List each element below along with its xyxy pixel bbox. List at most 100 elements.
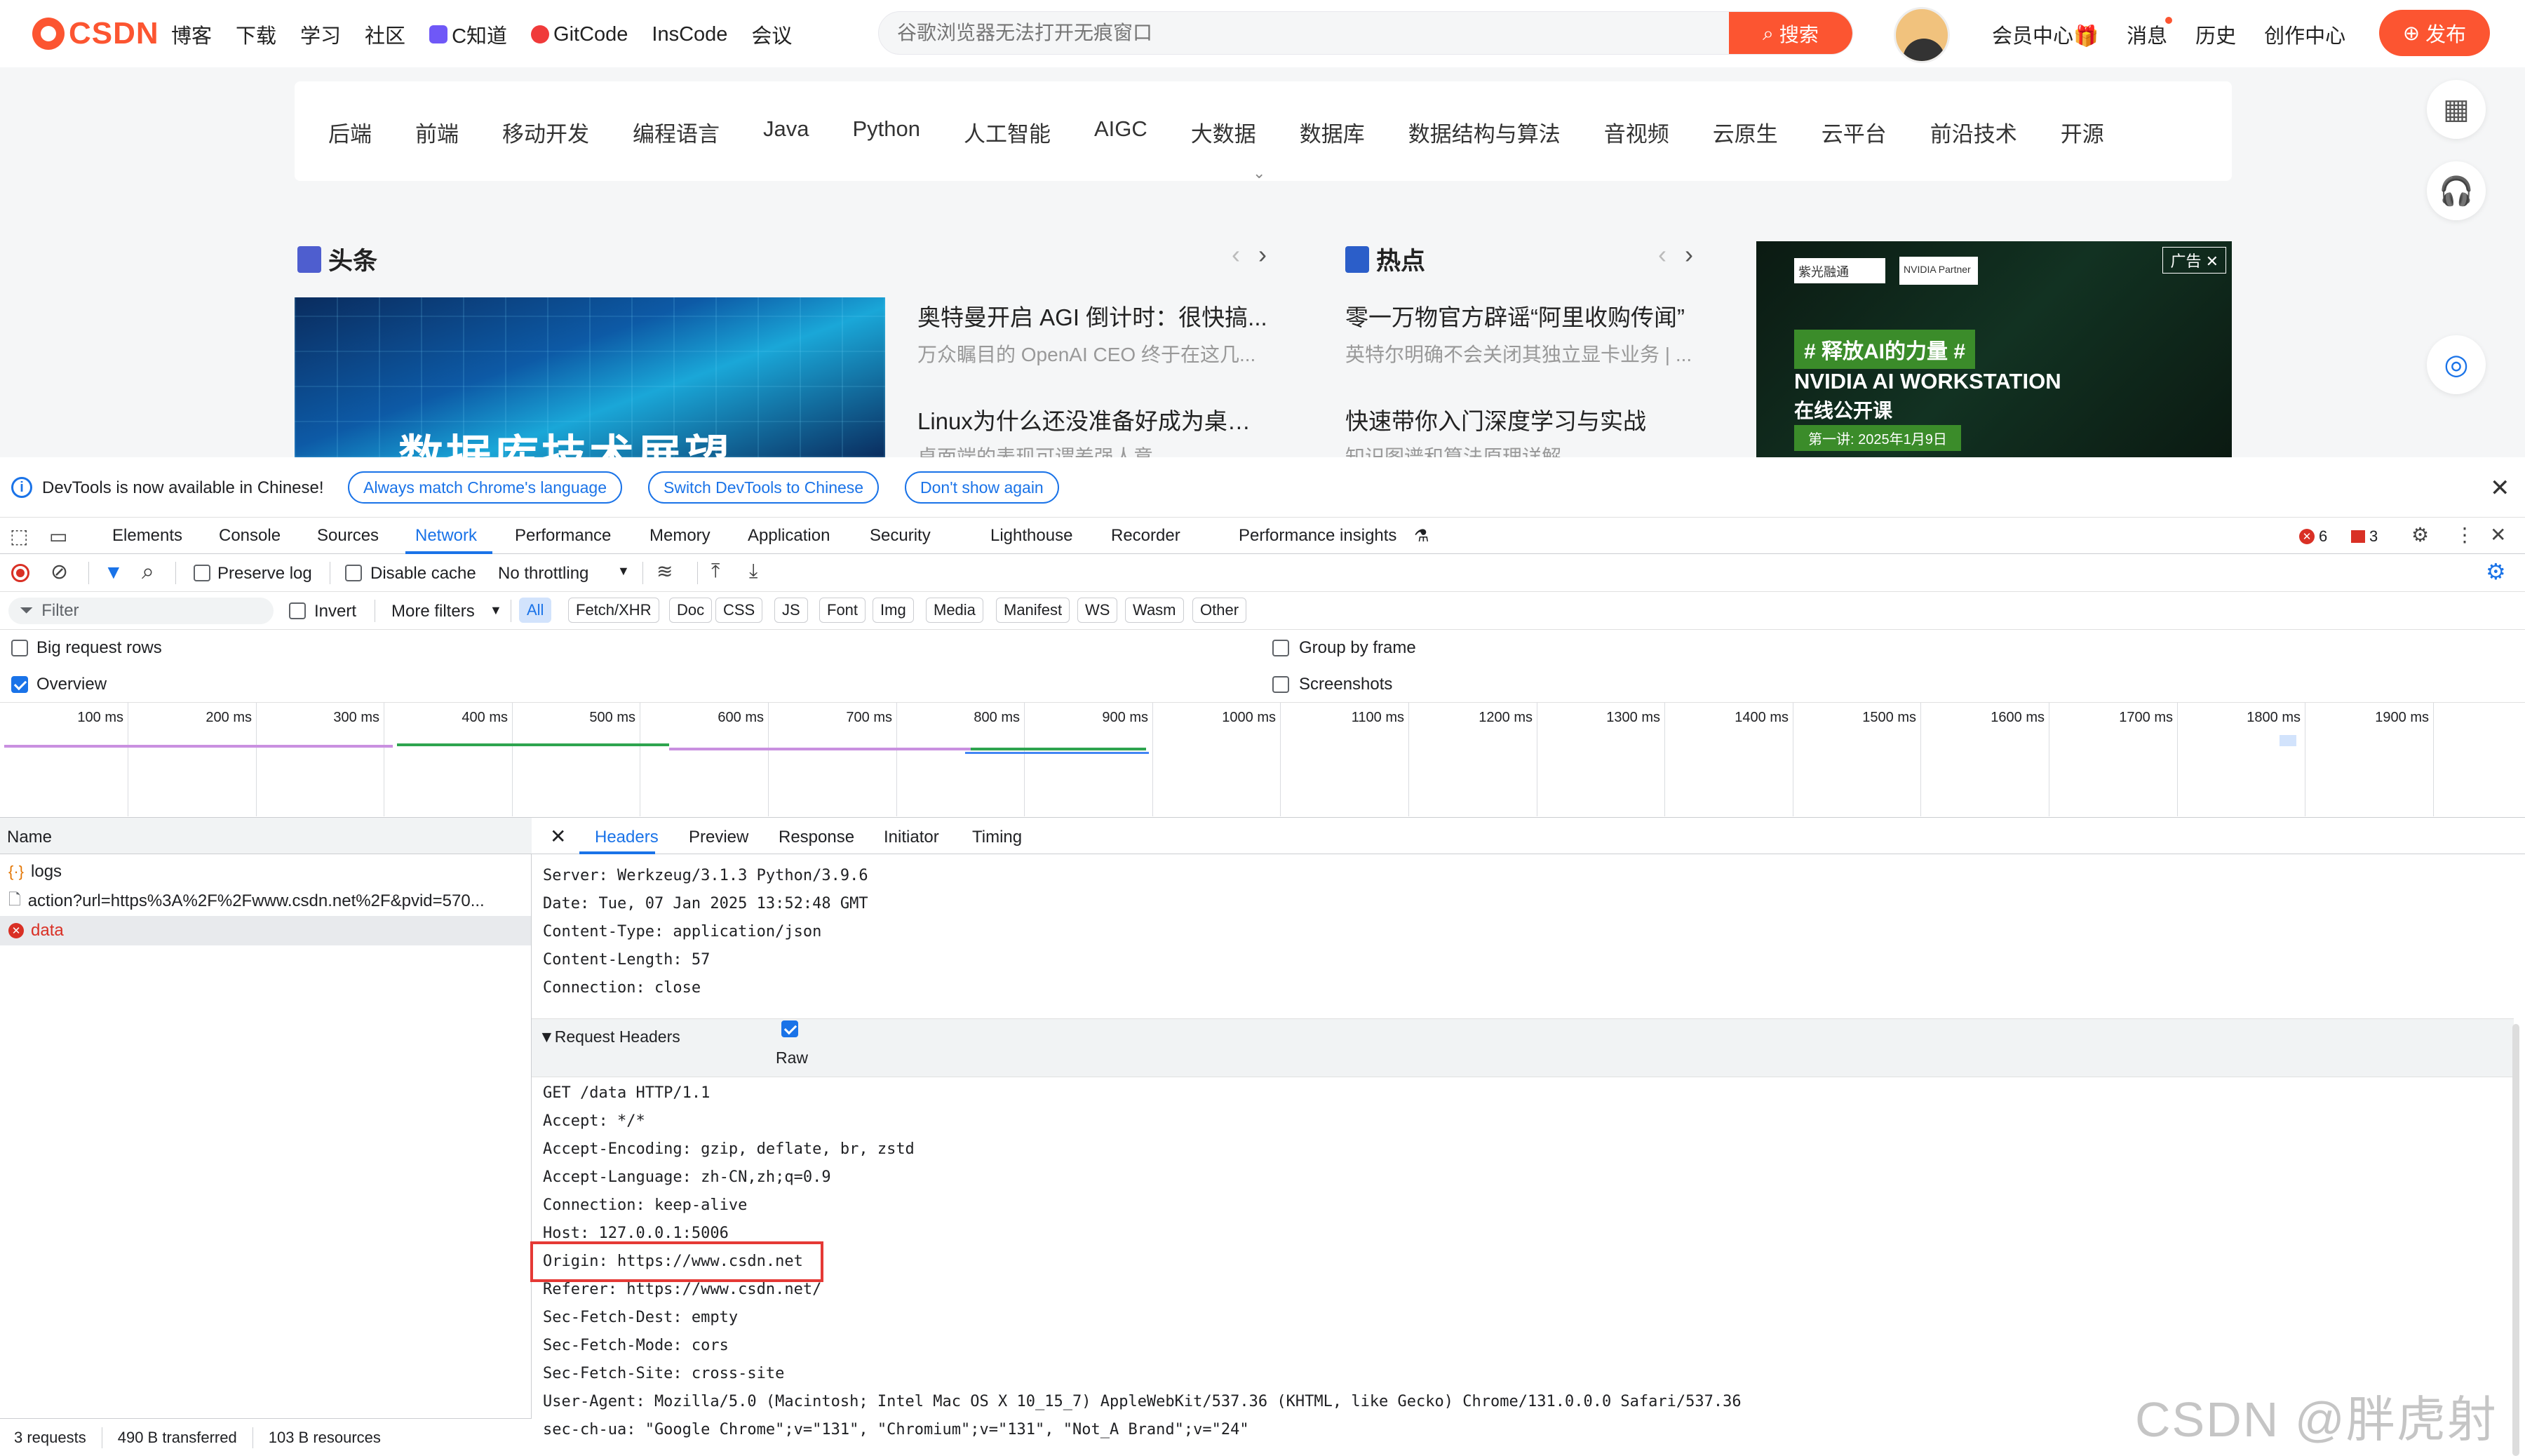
filter-type-font[interactable]: Font [819, 598, 866, 623]
tab-preview[interactable]: Preview [689, 828, 748, 847]
always-match-language-button[interactable]: Always match Chrome's language [348, 471, 622, 504]
category-item[interactable]: 云原生 [1713, 116, 1778, 148]
request-row[interactable]: 🗋 action?url=https%3A%2F%2Fwww.csdn.net%2… [0, 887, 531, 916]
category-item[interactable]: Java [763, 116, 809, 148]
tab-security[interactable]: Security [870, 526, 931, 546]
filter-input[interactable]: ⏷ Filter [8, 598, 274, 624]
switch-to-chinese-button[interactable]: Switch DevTools to Chinese [648, 471, 880, 504]
nav-cknow[interactable]: C知道 [429, 20, 507, 49]
filter-type-wasm[interactable]: Wasm [1125, 598, 1184, 623]
nav-meeting[interactable]: 会议 [751, 20, 792, 49]
filter-funnel-icon[interactable]: ▼ [104, 561, 123, 584]
group-by-frame-checkbox[interactable] [1272, 640, 1289, 656]
filter-type-ws[interactable]: WS [1077, 598, 1118, 623]
close-devtools-icon[interactable]: ✕ [2490, 523, 2506, 546]
request-row[interactable]: {·} logs [0, 857, 531, 887]
network-settings-icon[interactable]: ⚙ [2486, 558, 2506, 585]
throttling-select[interactable]: No throttling [498, 564, 588, 584]
settings-gear-icon[interactable]: ⚙ [2411, 523, 2429, 546]
search-button[interactable]: ⌕ 搜索 [1729, 12, 1852, 54]
record-stop-icon[interactable] [11, 564, 29, 582]
category-item[interactable]: 音视频 [1604, 116, 1669, 148]
nav-learn[interactable]: 学习 [300, 20, 341, 49]
warning-count[interactable]: 3 [2351, 527, 2378, 546]
tab-application[interactable]: Application [748, 526, 830, 546]
disable-cache-checkbox[interactable] [345, 565, 362, 581]
nav-gitcode[interactable]: GitCode [531, 23, 628, 46]
raw-checkbox[interactable] [781, 1020, 798, 1037]
headset-icon[interactable]: 🎧 [2427, 161, 2486, 220]
tab-initiator[interactable]: Initiator [884, 828, 939, 847]
tab-console[interactable]: Console [219, 526, 281, 546]
invert-checkbox[interactable] [289, 602, 306, 619]
tab-recorder[interactable]: Recorder [1111, 526, 1180, 546]
search-icon[interactable]: ⌕ [142, 558, 154, 585]
inspect-element-icon[interactable]: ⬚ [10, 525, 28, 548]
close-detail-icon[interactable]: ✕ [550, 825, 566, 848]
filter-type-fetchxhr[interactable]: Fetch/XHR [568, 598, 659, 623]
category-item[interactable]: 大数据 [1191, 116, 1256, 148]
tab-timing[interactable]: Timing [972, 828, 1022, 847]
tab-headers[interactable]: Headers [595, 828, 659, 847]
ad-banner[interactable]: 广告 ✕ 紫光融通 NVIDIA Partner # 释放AI的力量 # NVI… [1756, 241, 2232, 457]
tab-elements[interactable]: Elements [112, 526, 182, 546]
chevron-left-icon[interactable]: ‹ [1658, 240, 1666, 269]
filter-type-js[interactable]: JS [774, 598, 808, 623]
error-count[interactable]: ✕ 6 [2299, 527, 2327, 546]
nav-history[interactable]: 历史 [2195, 20, 2236, 49]
headline-hero-image[interactable]: 数据库技术展望 [295, 297, 885, 457]
assistant-icon[interactable]: ◎ [2427, 335, 2486, 394]
publish-button[interactable]: ⊕ 发布 [2379, 10, 2490, 56]
headline-item-1-title[interactable]: 奥特曼开启 AGI 倒计时：很快搞... [917, 299, 1268, 332]
hot-item-1-title[interactable]: 零一万物官方辟谣“阿里收购传闻” [1345, 299, 1696, 332]
preserve-log-checkbox[interactable] [194, 565, 210, 581]
category-item[interactable]: AIGC [1094, 116, 1147, 148]
tab-memory[interactable]: Memory [649, 526, 711, 546]
chevron-down-icon[interactable]: ⌄ [1253, 164, 1265, 182]
nav-community[interactable]: 社区 [365, 20, 405, 49]
category-item[interactable]: 数据库 [1300, 116, 1365, 148]
filter-type-other[interactable]: Other [1192, 598, 1247, 623]
category-item[interactable]: 人工智能 [964, 116, 1051, 148]
more-filters-dropdown[interactable]: More filters [391, 602, 475, 621]
network-conditions-icon[interactable]: ≋ [656, 560, 673, 583]
user-avatar[interactable] [1894, 7, 1950, 63]
category-item[interactable]: 前沿技术 [1930, 116, 2017, 148]
category-item[interactable]: 编程语言 [633, 116, 720, 148]
request-row-selected[interactable]: ✕ data [0, 916, 531, 945]
download-icon[interactable]: ⤓ [749, 560, 758, 583]
filter-type-img[interactable]: Img [873, 598, 914, 623]
nav-creation[interactable]: 创作中心 [2264, 20, 2345, 49]
clear-icon[interactable]: ⊘ [50, 560, 68, 584]
upload-icon[interactable]: ⤒ [711, 560, 720, 583]
dont-show-again-button[interactable]: Don't show again [905, 471, 1059, 504]
nav-download[interactable]: 下载 [236, 20, 276, 49]
chevron-down-icon[interactable]: ▼ [490, 603, 502, 618]
chevron-left-icon[interactable]: ‹ [1232, 240, 1240, 269]
big-request-rows-checkbox[interactable] [11, 640, 28, 656]
overview-checkbox[interactable] [11, 676, 28, 693]
device-toolbar-icon[interactable]: ▭ [49, 525, 67, 548]
filter-type-doc[interactable]: Doc [669, 598, 713, 623]
search-input[interactable] [897, 12, 1655, 54]
filter-type-manifest[interactable]: Manifest [996, 598, 1070, 623]
nav-blog[interactable]: 博客 [171, 20, 212, 49]
tab-performance-insights[interactable]: Performance insights [1239, 526, 1396, 546]
tab-performance[interactable]: Performance [515, 526, 611, 546]
qrcode-icon[interactable]: ▦ [2427, 80, 2486, 139]
chevron-down-icon[interactable]: ▼ [617, 564, 630, 579]
category-item[interactable]: Python [852, 116, 920, 148]
screenshots-checkbox[interactable] [1272, 676, 1289, 693]
nav-inscode[interactable]: InsCode [652, 23, 727, 46]
category-item[interactable]: 移动开发 [502, 116, 589, 148]
category-item[interactable]: 后端 [328, 116, 372, 148]
more-vertical-icon[interactable]: ⋮ [2455, 523, 2474, 546]
chevron-right-icon[interactable]: › [1258, 240, 1267, 269]
tab-response[interactable]: Response [779, 828, 854, 847]
csdn-logo[interactable]: CSDN [32, 15, 159, 52]
close-icon[interactable]: ✕ [2490, 474, 2510, 502]
filter-type-media[interactable]: Media [926, 598, 983, 623]
category-item[interactable]: 云平台 [1822, 116, 1887, 148]
hot-item-2-title[interactable]: 快速带你入门深度学习与实战 [1345, 403, 1696, 436]
category-item[interactable]: 数据结构与算法 [1408, 116, 1561, 148]
